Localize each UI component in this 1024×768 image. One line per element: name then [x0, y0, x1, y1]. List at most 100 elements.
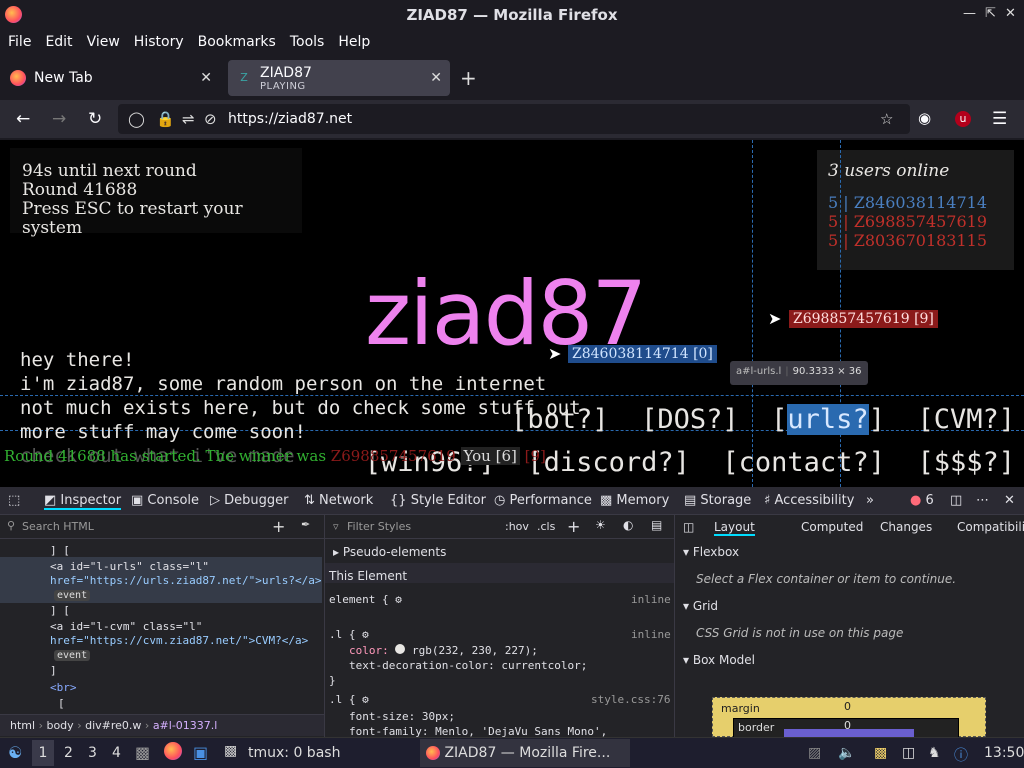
rule-source[interactable]: style.css:76 [591, 693, 670, 706]
updates-icon[interactable]: ⓘ [954, 745, 968, 765]
tab-network[interactable]: ⇅ Network [304, 493, 373, 508]
close-devtools-icon[interactable]: ✕ [1004, 493, 1015, 508]
workspace-4[interactable]: 4 [112, 745, 121, 761]
back-icon[interactable]: ← [16, 109, 30, 129]
add-rule-icon[interactable]: + [567, 517, 580, 536]
light-theme-icon[interactable]: ☀ [595, 518, 606, 532]
link-urls[interactable]: urls? [787, 404, 869, 435]
hamburger-menu-icon[interactable]: ☰ [992, 109, 1007, 129]
workspace-2[interactable]: 2 [64, 745, 73, 761]
search-html-input[interactable]: ⚲ Search HTML + ✒ [0, 515, 324, 539]
tab-ziad87[interactable]: Z ZIAD87 PLAYING ✕ [228, 60, 450, 96]
event-badge[interactable]: event [54, 650, 91, 661]
tab-inspector[interactable]: ◩ Inspector [44, 493, 122, 510]
tab-accessibility[interactable]: ♯ Accessibility [764, 493, 854, 508]
breadcrumb-item[interactable]: a#l-01337.l [153, 719, 218, 732]
firefox-launcher-icon[interactable] [164, 742, 182, 760]
tab-storage[interactable]: ▤ Storage [684, 493, 751, 508]
pseudo-elements-toggle[interactable]: ▸ Pseudo-elements [333, 545, 446, 559]
menu-bookmarks[interactable]: Bookmarks [198, 34, 276, 50]
autoplay-blocked-icon[interactable]: ⊘ [204, 110, 217, 128]
ublock-icon[interactable]: u [955, 111, 971, 127]
sidebar-toggle-icon[interactable]: ◫ [683, 520, 694, 534]
tab-memory[interactable]: ▩ Memory [600, 493, 669, 508]
workspace-3[interactable]: 3 [88, 745, 97, 761]
network-icon[interactable]: ♞ [928, 745, 941, 761]
eyedropper-icon[interactable]: ✒ [301, 518, 310, 531]
markup-a-cvm[interactable]: <a id="l-cvm" class="l" [50, 620, 202, 633]
close-window-icon[interactable]: ✕ [1005, 6, 1016, 21]
tab-console[interactable]: ▣ Console [131, 493, 199, 508]
markup-href[interactable]: href="https://urls.ziad87.net/">urls?</a… [50, 574, 322, 587]
tab-layout[interactable]: Layout [714, 520, 755, 536]
event-badge[interactable]: event [54, 590, 91, 601]
new-tab-icon[interactable]: + [460, 66, 477, 90]
box-model-section[interactable]: ▾ Box Model [683, 653, 755, 667]
terminal-icon[interactable]: ▩ [224, 743, 237, 759]
minimize-icon[interactable]: — [963, 6, 976, 21]
menu-history[interactable]: History [134, 34, 184, 50]
links-row-1-end[interactable]: ] [CVM?] [869, 404, 1015, 435]
textdec-declaration[interactable]: text-decoration-color: currentcolor; [349, 659, 587, 672]
url-text[interactable]: https://ziad87.net [228, 111, 352, 127]
breadcrumb-item[interactable]: div#re0.w [85, 719, 141, 732]
close-tab-icon[interactable]: ✕ [200, 70, 212, 86]
hov-button[interactable]: :hov [505, 520, 529, 533]
address-bar[interactable]: ◯ 🔒 ⇌ ⊘ https://ziad87.net ☆ [118, 104, 910, 134]
taskbar-tmux[interactable]: tmux: 0 bash [248, 745, 340, 761]
dock-icon[interactable]: ◫ [950, 493, 962, 508]
display-icon[interactable]: ◫ [902, 745, 915, 761]
tab-changes[interactable]: Changes [880, 520, 932, 534]
breadcrumb-item[interactable]: body [46, 719, 73, 732]
reload-icon[interactable]: ↻ [88, 109, 102, 129]
links-row-1[interactable]: [bot?] [DOS?] [ [511, 404, 787, 435]
tab-compatibility[interactable]: Compatibility [957, 520, 1024, 534]
extension-icon[interactable]: ◉ [918, 109, 931, 127]
taskbar-firefox[interactable]: ZIAD87 — Mozilla Fire... [420, 739, 630, 767]
rule-source[interactable]: inline [631, 628, 671, 641]
maximize-icon[interactable]: ⇱ [985, 6, 996, 21]
margin-value[interactable]: 0 [844, 700, 851, 713]
shield-icon[interactable]: ◯ [128, 110, 145, 128]
markup-br[interactable]: <br> [50, 681, 77, 694]
error-count-badge[interactable]: ● 6 [910, 493, 934, 508]
menu-view[interactable]: View [87, 34, 120, 50]
workspace-1[interactable]: 1 [32, 740, 54, 766]
color-swatch[interactable] [395, 644, 406, 654]
breadcrumb-item[interactable]: html [10, 719, 35, 732]
tab-debugger[interactable]: ▷ Debugger [210, 493, 289, 508]
markup-a-urls[interactable]: <a id="l-urls" class="l" [50, 560, 209, 573]
add-node-icon[interactable]: + [272, 517, 285, 536]
devtools-menu-icon[interactable]: ⋯ [976, 493, 989, 508]
fontsize-declaration[interactable]: font-size: 30px; [349, 710, 455, 723]
app-launcher-icon[interactable]: ▣ [193, 743, 208, 762]
forward-icon[interactable]: → [52, 109, 66, 129]
grid-section[interactable]: ▾ Grid [683, 599, 718, 613]
start-menu-icon[interactable]: ☯ [8, 743, 22, 762]
clipboard-icon[interactable]: ▩ [874, 745, 887, 761]
more-tabs-icon[interactable]: » [866, 493, 874, 508]
tray-icon[interactable]: ▨ [808, 745, 821, 761]
permissions-icon[interactable]: ⇌ [182, 110, 195, 128]
menu-help[interactable]: Help [338, 34, 370, 50]
file-manager-icon[interactable]: ▩ [135, 743, 150, 762]
tab-performance[interactable]: ◷ Performance [494, 493, 592, 508]
cls-button[interactable]: .cls [537, 520, 555, 533]
lock-icon[interactable]: 🔒 [156, 110, 175, 128]
tab-computed[interactable]: Computed [801, 520, 863, 534]
markup-href[interactable]: href="https://cvm.ziad87.net/">CVM?</a> [50, 634, 308, 647]
color-declaration[interactable]: color: rgb(232, 230, 227); [349, 644, 538, 657]
menu-file[interactable]: File [8, 34, 31, 50]
tab-style-editor[interactable]: {} Style Editor [390, 493, 486, 508]
dark-theme-icon[interactable]: ◐ [623, 518, 633, 532]
menu-tools[interactable]: Tools [290, 34, 325, 50]
close-tab-icon[interactable]: ✕ [430, 70, 442, 86]
flexbox-section[interactable]: ▾ Flexbox [683, 545, 739, 559]
tab-new-tab[interactable]: New Tab ✕ [2, 60, 220, 96]
element-picker-icon[interactable]: ⬚ [8, 493, 20, 508]
bookmark-star-icon[interactable]: ☆ [880, 110, 893, 128]
volume-icon[interactable]: 🔈 [838, 745, 855, 761]
rule-source[interactable]: inline [631, 593, 671, 606]
print-icon[interactable]: ▤ [651, 518, 662, 532]
menu-edit[interactable]: Edit [45, 34, 72, 50]
